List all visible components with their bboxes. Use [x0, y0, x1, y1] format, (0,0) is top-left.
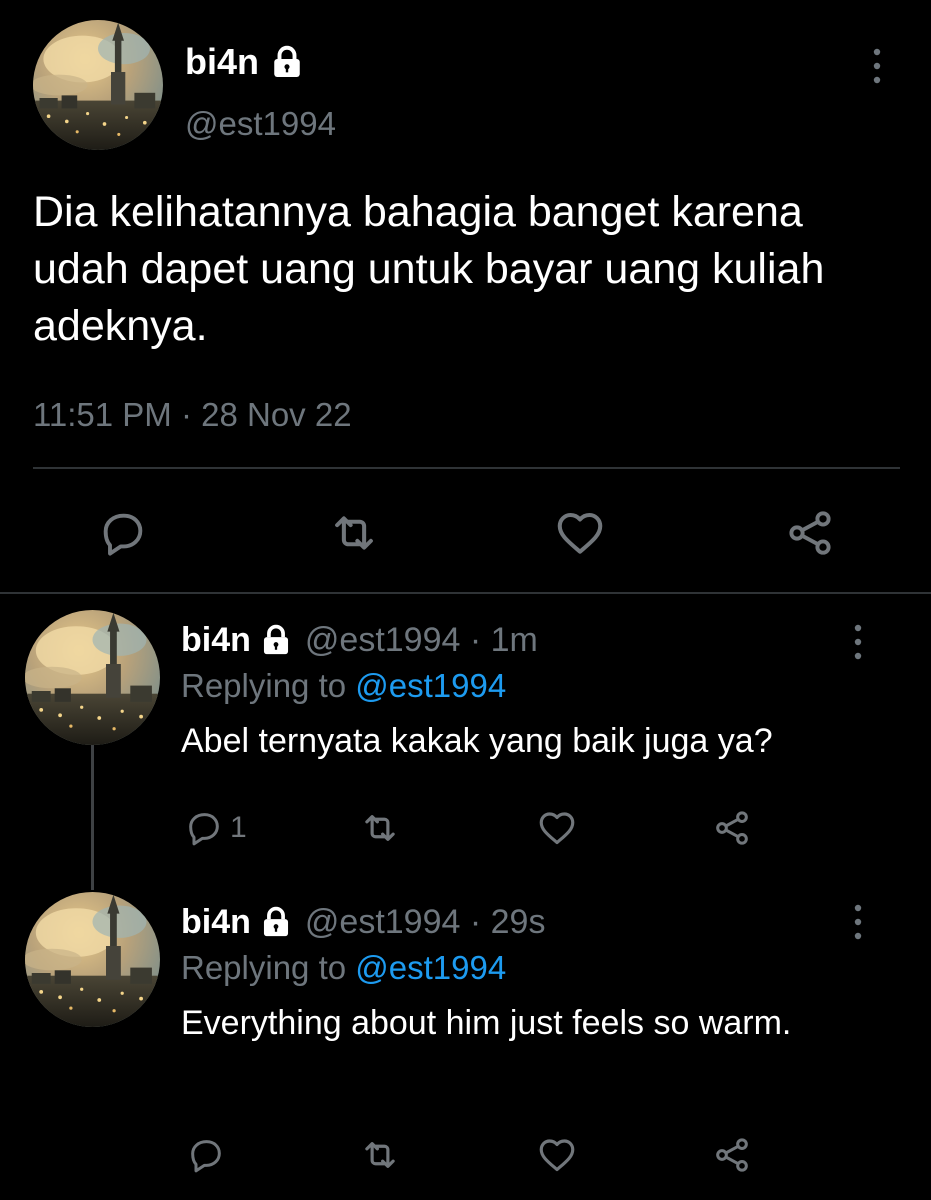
reply-icon[interactable]	[184, 1135, 228, 1175]
replying-to: Replying to @est1994	[181, 946, 821, 990]
reply-header: bi4n @est1994 · 1m	[181, 616, 881, 664]
divider	[0, 592, 931, 594]
main-more-icon[interactable]	[857, 36, 897, 96]
lock-icon	[269, 44, 305, 80]
lock-icon	[259, 905, 293, 939]
main-retweet-icon[interactable]	[326, 505, 382, 561]
replying-to-mention[interactable]: @est1994	[355, 949, 506, 986]
share-icon[interactable]	[710, 1135, 754, 1175]
replying-to: Replying to @est1994	[181, 664, 881, 708]
reply-text: Everything about him just feels so warm.	[181, 1004, 792, 1042]
reply-more-icon[interactable]	[838, 612, 878, 672]
retweet-icon[interactable]	[358, 1135, 402, 1175]
reply-handle-time: @est1994 · 29s	[304, 902, 546, 941]
main-reply-icon[interactable]	[95, 505, 151, 561]
main-display-name[interactable]: bi4n	[185, 38, 305, 86]
lock-icon	[259, 623, 293, 657]
like-icon[interactable]	[535, 808, 579, 848]
reply-tweet-2[interactable]: bi4n @est1994 · 29s Replying to @est1994…	[181, 898, 821, 1046]
retweet-icon[interactable]	[358, 808, 402, 848]
reply-header: bi4n @est1994 · 29s	[181, 898, 821, 946]
reply-display-name-text: bi4n	[181, 902, 251, 941]
main-timestamp[interactable]: 11:51 PM · 28 Nov 22	[33, 393, 352, 437]
main-tweet-text: Dia kelihatannya bahagia banget karena u…	[33, 188, 825, 350]
thread-connector-line	[91, 745, 94, 890]
reply-text: Abel ternyata kakak yang baik juga ya?	[181, 722, 773, 760]
main-like-icon[interactable]	[552, 505, 608, 561]
reply-handle-time: @est1994 · 1m	[304, 620, 538, 659]
like-icon[interactable]	[535, 1135, 579, 1175]
reply-display-name[interactable]: bi4n	[181, 621, 293, 660]
main-handle[interactable]: @est1994	[185, 102, 336, 146]
replying-to-mention[interactable]: @est1994	[355, 667, 506, 704]
divider	[33, 467, 900, 469]
replying-to-prefix: Replying to	[181, 667, 347, 704]
reply-avatar[interactable]	[25, 892, 160, 1027]
replying-to-prefix: Replying to	[181, 949, 347, 986]
reply-reply-button[interactable]: 1	[184, 808, 247, 848]
share-icon[interactable]	[710, 808, 754, 848]
main-avatar[interactable]	[33, 20, 163, 150]
main-share-icon[interactable]	[782, 505, 838, 561]
reply-icon	[184, 808, 224, 848]
reply-more-icon[interactable]	[838, 892, 878, 952]
reply-avatar[interactable]	[25, 610, 160, 745]
reply-display-name-text: bi4n	[181, 620, 251, 659]
reply-tweet-1[interactable]: bi4n @est1994 · 1m Replying to @est1994 …	[181, 616, 881, 764]
main-display-name-text: bi4n	[185, 41, 260, 82]
reply-count: 1	[230, 811, 247, 844]
reply-display-name[interactable]: bi4n	[181, 903, 293, 942]
